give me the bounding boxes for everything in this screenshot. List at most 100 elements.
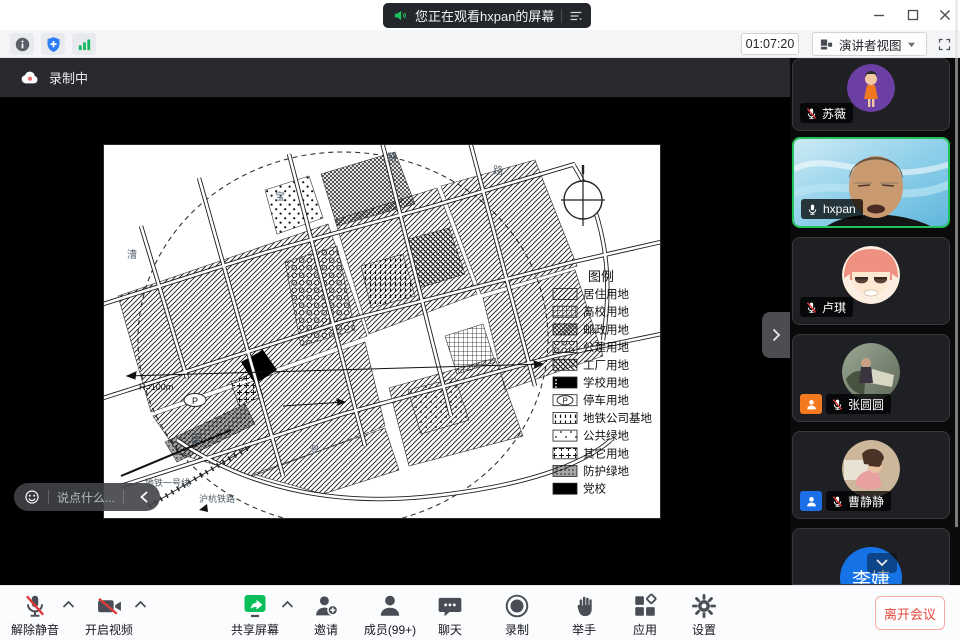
participant-tile[interactable]: 张圆圆 [792, 334, 950, 422]
svg-text:防护绿地: 防护绿地 [583, 464, 629, 478]
invite-button[interactable]: 邀请 [294, 591, 358, 638]
chat-button[interactable]: 聊天 [418, 591, 482, 638]
chevron-down-icon [907, 41, 916, 48]
signal-bars-icon [76, 36, 93, 53]
shared-screen: 录制中 [0, 58, 790, 585]
participant-name: 卢琪 [822, 299, 846, 316]
quick-chat-pill[interactable]: 说点什么... [14, 483, 160, 511]
avatar [847, 64, 895, 112]
muted-mic-icon [22, 593, 48, 619]
audio-options-chevron[interactable] [62, 600, 76, 612]
sidebar-scrollbar[interactable] [955, 0, 958, 527]
svg-text:莲: 莲 [191, 433, 201, 445]
meeting-toolbar: 01:07:20 演讲者视图 [0, 30, 960, 58]
svg-text:学校用地: 学校用地 [583, 376, 629, 390]
svg-text:图例: 图例 [588, 269, 614, 284]
muted-mic-icon [805, 107, 818, 120]
svg-text:宝: 宝 [275, 190, 285, 203]
meeting-window: 您正在观看hxpan的屏幕 [0, 0, 960, 640]
banner-divider [561, 9, 562, 23]
meeting-info-button[interactable] [10, 33, 34, 55]
share-options-chevron[interactable] [281, 600, 295, 612]
participants-sidebar: 苏薇 [790, 58, 960, 585]
svg-text:沪杭铁路: 沪杭铁路 [199, 493, 235, 504]
chat-bubble-icon [437, 593, 463, 619]
video-options-chevron[interactable] [134, 600, 148, 612]
share-screen-button[interactable]: 共享屏幕 [223, 591, 287, 638]
control-bar: 解除静音 开启视频 共享屏幕 [0, 585, 960, 640]
raise-hand-icon [572, 593, 596, 619]
settings-button[interactable]: 设置 [672, 591, 736, 638]
participant-tile[interactable]: 卢琪 [792, 237, 950, 325]
chevron-right-icon [771, 328, 781, 342]
person-icon [805, 398, 818, 411]
maximize-button[interactable] [898, 4, 928, 26]
chat-input[interactable]: 说点什么... [57, 489, 115, 506]
unmute-button[interactable]: 解除静音 [3, 591, 67, 638]
fullscreen-icon [937, 37, 952, 52]
info-icon [14, 36, 31, 53]
mic-icon [806, 203, 819, 216]
avatar [842, 343, 900, 401]
participant-name: hxpan [823, 202, 856, 216]
svg-text:其它用地: 其它用地 [583, 446, 629, 460]
view-mode-selector[interactable]: 演讲者视图 [812, 32, 927, 56]
sidebar-collapse-handle[interactable] [762, 312, 790, 358]
svg-text:路: 路 [387, 151, 397, 164]
minimize-button[interactable] [864, 4, 894, 26]
main-stage: 录制中 [0, 58, 960, 585]
participant-name: 曹静静 [848, 493, 884, 510]
view-mode-label: 演讲者视图 [839, 35, 902, 54]
avatar [842, 246, 900, 304]
svg-text:停车用地: 停车用地 [583, 393, 629, 407]
gear-icon [691, 593, 717, 619]
shared-slide: P 漕 宝 路 路 罗 莲 地铁一号线 沪杭铁路 R=100m [103, 144, 661, 519]
meeting-timer: 01:07:20 [741, 33, 799, 55]
apps-button[interactable]: 应用 [613, 591, 677, 638]
svg-text:工厂用地: 工厂用地 [583, 359, 629, 372]
record-button[interactable]: 录制 [485, 591, 549, 638]
security-button[interactable] [41, 33, 65, 55]
camera-off-icon [96, 593, 123, 619]
fullscreen-button[interactable] [932, 33, 956, 55]
host-badge [800, 394, 822, 414]
pill-divider [48, 490, 49, 504]
start-video-button[interactable]: 开启视频 [77, 591, 141, 638]
svg-text:党校: 党校 [583, 482, 606, 496]
banner-menu-icon[interactable] [569, 9, 583, 23]
svg-text:路: 路 [493, 164, 503, 177]
record-icon [504, 593, 530, 619]
raise-hand-button[interactable]: 举手 [552, 591, 616, 638]
speaker-icon [393, 8, 408, 23]
svg-text:公共绿地: 公共绿地 [583, 429, 629, 443]
scroll-more-indicator[interactable] [867, 553, 897, 573]
svg-text:P: P [563, 397, 568, 406]
participant-tile[interactable]: 苏薇 [792, 58, 950, 131]
participant-name: 苏薇 [822, 105, 846, 122]
members-button[interactable]: 成员(99+) [358, 591, 422, 638]
collapse-chat-button[interactable] [132, 485, 156, 509]
leave-meeting-button[interactable]: 离开会议 [875, 596, 945, 630]
muted-mic-icon [831, 398, 844, 411]
watching-banner[interactable]: 您正在观看hxpan的屏幕 [383, 3, 591, 28]
svg-text:地铁公司基地: 地铁公司基地 [583, 412, 652, 425]
watching-banner-label: 您正在观看hxpan的屏幕 [415, 6, 554, 25]
emoji-icon[interactable] [24, 489, 40, 505]
apps-grid-icon [632, 593, 658, 619]
shield-icon [45, 36, 62, 53]
layout-icon [819, 37, 834, 52]
recording-label: 录制中 [49, 68, 88, 87]
land-use-map: P 漕 宝 路 路 罗 莲 地铁一号线 沪杭铁路 R=100m [103, 144, 661, 519]
svg-text:R=100m: R=100m [139, 382, 173, 392]
participant-tile[interactable]: hxpan [792, 137, 950, 228]
svg-text:漕: 漕 [127, 248, 137, 261]
participant-tile[interactable]: 曹静静 [792, 431, 950, 519]
chevron-left-icon [139, 491, 149, 503]
network-quality-button[interactable] [72, 33, 96, 55]
recording-bar: 录制中 [0, 58, 790, 97]
share-screen-icon [241, 593, 269, 619]
participant-tile[interactable]: 李婕 [792, 528, 950, 585]
svg-text:P: P [192, 396, 198, 406]
cohost-badge [800, 491, 822, 511]
avatar [842, 440, 900, 498]
